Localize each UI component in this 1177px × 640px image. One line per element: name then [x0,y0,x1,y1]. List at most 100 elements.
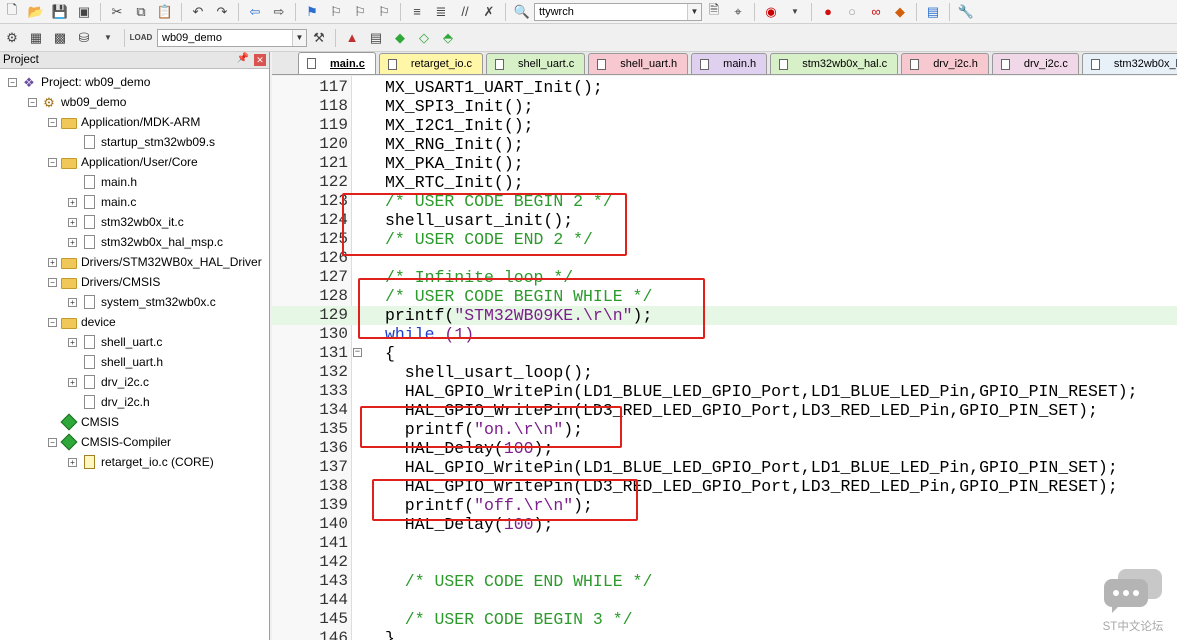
tree-item[interactable]: drv_i2c.h [68,392,150,412]
save-icon[interactable]: 💾 [50,2,70,22]
translate-icon[interactable]: ⚙ [2,28,22,48]
clear-bookmarks-icon[interactable]: ⚐ [374,2,394,22]
cut-icon[interactable]: ✂ [107,2,127,22]
comment-icon[interactable]: // [455,2,475,22]
collapse-icon[interactable]: − [48,437,57,447]
expand-icon[interactable]: + [68,197,77,207]
code-line[interactable]: 141 [272,534,1177,553]
code-line[interactable]: 120 MX_RNG_Init(); [272,135,1177,154]
tree-item[interactable]: + retarget_io.c (CORE) [68,452,214,472]
pack-installer-icon[interactable]: ⬘ [438,28,458,48]
code-line[interactable]: 146} [272,629,1177,640]
code-line[interactable]: 145 /* USER CODE BEGIN 3 */ [272,610,1177,629]
uncomment-icon[interactable]: ✗ [479,2,499,22]
paste-icon[interactable]: 📋 [155,2,175,22]
batch-build-icon[interactable]: ⛁ [74,28,94,48]
tree-item[interactable]: + system_stm32wb0x.c [68,292,216,312]
unindent-icon[interactable]: ≣ [431,2,451,22]
tab-stm32wb0x-hal-c[interactable]: stm32wb0x_hal.c [770,53,899,74]
find-icon[interactable]: 🗎 [704,2,724,22]
code-line[interactable]: 119 MX_I2C1_Init(); [272,116,1177,135]
collapse-icon[interactable]: − [48,277,57,287]
tree-item[interactable]: − Drivers/CMSIS [48,272,160,292]
fold-icon[interactable]: − [353,348,362,357]
chevron-down-icon[interactable]: ▼ [687,3,701,20]
tree-item[interactable]: − CMSIS-Compiler [48,432,171,452]
redo-icon[interactable]: ↷ [212,2,232,22]
window-layout-icon[interactable]: ▤ [923,2,943,22]
tree-item[interactable]: − device [48,312,116,332]
tab-main-h[interactable]: main.h [691,53,768,74]
code-editor[interactable]: 117 MX_USART1_UART_Init(); 118 MX_SPI3_Init… [272,76,1177,640]
chevron-down-icon[interactable]: ▼ [292,29,306,46]
collapse-icon[interactable]: − [48,317,57,327]
tab-main-c[interactable]: main.c [298,52,376,74]
tab-stm32wb0x-hal-r[interactable]: stm32wb0x_hal_r [1081,53,1177,74]
tab-drv-i2c-c[interactable]: drv_i2c.c [991,53,1079,74]
tree-item[interactable]: + main.c [68,192,136,212]
tree-item[interactable]: main.h [68,172,137,192]
code-line[interactable]: 132 shell_usart_loop(); [272,363,1177,382]
collapse-icon[interactable]: − [48,117,57,127]
code-line[interactable]: 144 [272,591,1177,610]
expand-icon[interactable]: + [68,237,77,247]
tree-item[interactable]: + stm32wb0x_it.c [68,212,184,232]
code-line[interactable]: 143 /* USER CODE END WHILE */ [272,572,1177,591]
copy-icon[interactable]: ⧉ [131,2,151,22]
find-in-files-icon[interactable]: 🔍 [512,2,532,22]
tree-item[interactable]: + drv_i2c.c [68,372,149,392]
pin-icon[interactable]: 📌 [237,53,249,64]
download-icon[interactable]: LOAD [130,28,153,48]
collapse-icon[interactable]: − [28,97,37,107]
code-line[interactable]: 118 MX_SPI3_Init(); [272,97,1177,116]
tree-item[interactable]: − ⚙ wb09_demo [28,92,126,112]
code-line[interactable]: 142 [272,553,1177,572]
tree-item[interactable]: + stm32wb0x_hal_msp.c [68,232,223,252]
code-line[interactable]: 131− { [272,344,1177,363]
tree-item[interactable]: startup_stm32wb09.s [68,132,215,152]
code-line[interactable]: 122 MX_RTC_Init(); [272,173,1177,192]
undo-icon[interactable]: ↶ [188,2,208,22]
save-all-icon[interactable]: ▣ [74,2,94,22]
file-extensions-icon[interactable]: ▤ [366,28,386,48]
new-file-icon[interactable]: 🗋 [2,2,22,22]
code-line[interactable]: 121 MX_PKA_Init(); [272,154,1177,173]
collapse-icon[interactable]: − [48,157,57,167]
code-line[interactable]: 133 HAL_GPIO_WritePin(LD1_BLUE_LED_GPIO_… [272,382,1177,401]
rebuild-icon[interactable]: ▩ [50,28,70,48]
build-icon[interactable]: ▦ [26,28,46,48]
next-bookmark-icon[interactable]: ⚐ [350,2,370,22]
expand-icon[interactable]: + [68,377,77,387]
code-line[interactable]: 117 MX_USART1_UART_Init(); [272,78,1177,97]
configure-icon[interactable]: 🔧 [956,2,976,22]
expand-icon[interactable]: + [68,457,77,467]
tree-item[interactable]: + Drivers/STM32WB0x_HAL_Driver [48,252,262,272]
expand-icon[interactable]: + [68,337,77,347]
open-folder-icon[interactable]: 📂 [26,2,46,22]
target-options-icon[interactable]: ⚒ [309,28,329,48]
find-combo[interactable]: ttywrch ▼ [534,2,702,21]
nav-forward-icon[interactable]: ⇨ [269,2,289,22]
debug-start-icon[interactable]: ◉ [761,2,781,22]
indent-icon[interactable]: ≡ [407,2,427,22]
tree-item[interactable]: − Application/User/Core [48,152,198,172]
tree-item[interactable]: shell_uart.h [68,352,163,372]
run-time-environment-icon[interactable]: ◆ [390,28,410,48]
tab-shell-uart-h[interactable]: shell_uart.h [588,53,689,74]
disable-breakpoint-icon[interactable]: ○ [842,2,862,22]
breakpoint-icon[interactable]: ● [818,2,838,22]
target-select[interactable]: wb09_demo ▼ [157,28,307,47]
manage-components-icon[interactable]: ▲ [342,28,362,48]
expand-icon[interactable]: + [68,297,77,307]
tree-item[interactable]: CMSIS [48,412,119,432]
dropdown-icon[interactable]: ▼ [785,2,805,22]
nav-back-icon[interactable]: ⇦ [245,2,265,22]
tree-item[interactable]: − ❖ Project: wb09_demo [8,72,150,92]
breakpoint-options-icon[interactable]: ◆ [890,2,910,22]
code-line[interactable]: 137 HAL_GPIO_WritePin(LD1_BLUE_LED_GPIO_… [272,458,1177,477]
collapse-icon[interactable]: − [8,77,17,87]
incremental-find-icon[interactable]: ⌖ [728,2,748,22]
tab-retarget-io-c[interactable]: retarget_io.c [378,53,484,74]
bookmark-icon[interactable]: ⚑ [302,2,322,22]
prev-bookmark-icon[interactable]: ⚐ [326,2,346,22]
